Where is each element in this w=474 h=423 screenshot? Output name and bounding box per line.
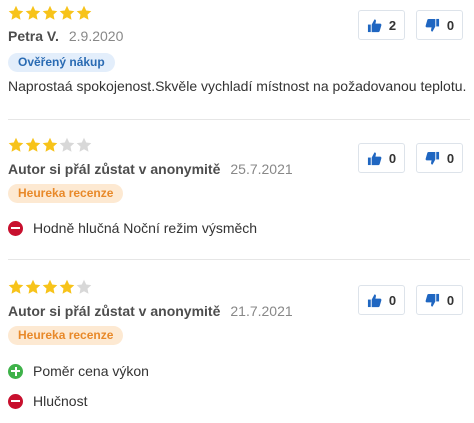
star-filled-icon — [8, 279, 24, 295]
dislike-button[interactable]: 0 — [416, 143, 463, 173]
review-con: Hodně hlučná Noční režim výsměch — [8, 220, 257, 236]
heureka-review-badge: Heureka recenze — [8, 184, 124, 203]
con-text: Hodně hlučná Noční režim výsměch — [33, 220, 258, 236]
star-rating — [8, 279, 92, 295]
star-filled-icon — [59, 279, 75, 295]
dislike-count: 0 — [446, 17, 455, 33]
dislike-count: 0 — [446, 150, 455, 166]
minus-circle-icon — [8, 220, 23, 236]
thumbs-up-icon — [367, 151, 382, 166]
like-button[interactable]: 2 — [358, 10, 405, 40]
plus-circle-icon — [8, 363, 23, 379]
like-count: 0 — [388, 150, 397, 166]
star-filled-icon — [42, 5, 58, 21]
divider — [8, 259, 470, 260]
minus-circle-icon — [8, 393, 23, 409]
review-author: Petra V. 2.9.2020 — [8, 28, 123, 44]
star-rating — [8, 5, 92, 21]
star-filled-icon — [8, 5, 24, 21]
star-filled-icon — [59, 5, 75, 21]
verified-purchase-badge: Ověřený nákup — [8, 53, 115, 72]
like-button[interactable]: 0 — [358, 285, 405, 315]
thumbs-up-icon — [367, 293, 382, 308]
review-author: Autor si přál zůstat v anonymitě 21.7.202… — [8, 303, 293, 319]
star-filled-icon — [42, 279, 58, 295]
heureka-review-badge: Heureka recenze — [8, 326, 124, 345]
divider — [8, 119, 470, 120]
review-con: Hlučnost — [8, 393, 87, 409]
star-filled-icon — [25, 5, 41, 21]
con-text: Hlučnost — [33, 393, 88, 409]
dislike-button[interactable]: 0 — [416, 10, 463, 40]
star-filled-icon — [25, 137, 41, 153]
star-filled-icon — [25, 279, 41, 295]
dislike-button[interactable]: 0 — [416, 285, 463, 315]
review-date: 25.7.2021 — [230, 161, 293, 177]
author-name: Autor si přál zůstat v anonymitě — [8, 161, 221, 177]
review-text: Naprostaá spokojenost.Skvěle vychladí mí… — [8, 78, 467, 94]
star-empty-icon — [59, 137, 75, 153]
thumbs-up-icon — [367, 18, 382, 33]
thumbs-down-icon — [425, 293, 440, 308]
review-date: 2.9.2020 — [68, 28, 124, 44]
like-count: 0 — [388, 292, 397, 308]
star-filled-icon — [8, 137, 24, 153]
review-pro: Poměr cena výkon — [8, 363, 149, 379]
review-date: 21.7.2021 — [230, 303, 293, 319]
thumbs-down-icon — [425, 18, 440, 33]
star-filled-icon — [42, 137, 58, 153]
star-empty-icon — [76, 137, 92, 153]
like-count: 2 — [388, 17, 397, 33]
like-button[interactable]: 0 — [358, 143, 405, 173]
dislike-count: 0 — [446, 292, 455, 308]
review-author: Autor si přál zůstat v anonymitě 25.7.202… — [8, 161, 293, 177]
pro-text: Poměr cena výkon — [33, 363, 149, 379]
star-empty-icon — [76, 279, 92, 295]
star-filled-icon — [76, 5, 92, 21]
author-name: Autor si přál zůstat v anonymitě — [8, 303, 221, 319]
star-rating — [8, 137, 92, 153]
author-name: Petra V. — [8, 28, 59, 44]
thumbs-down-icon — [425, 151, 440, 166]
